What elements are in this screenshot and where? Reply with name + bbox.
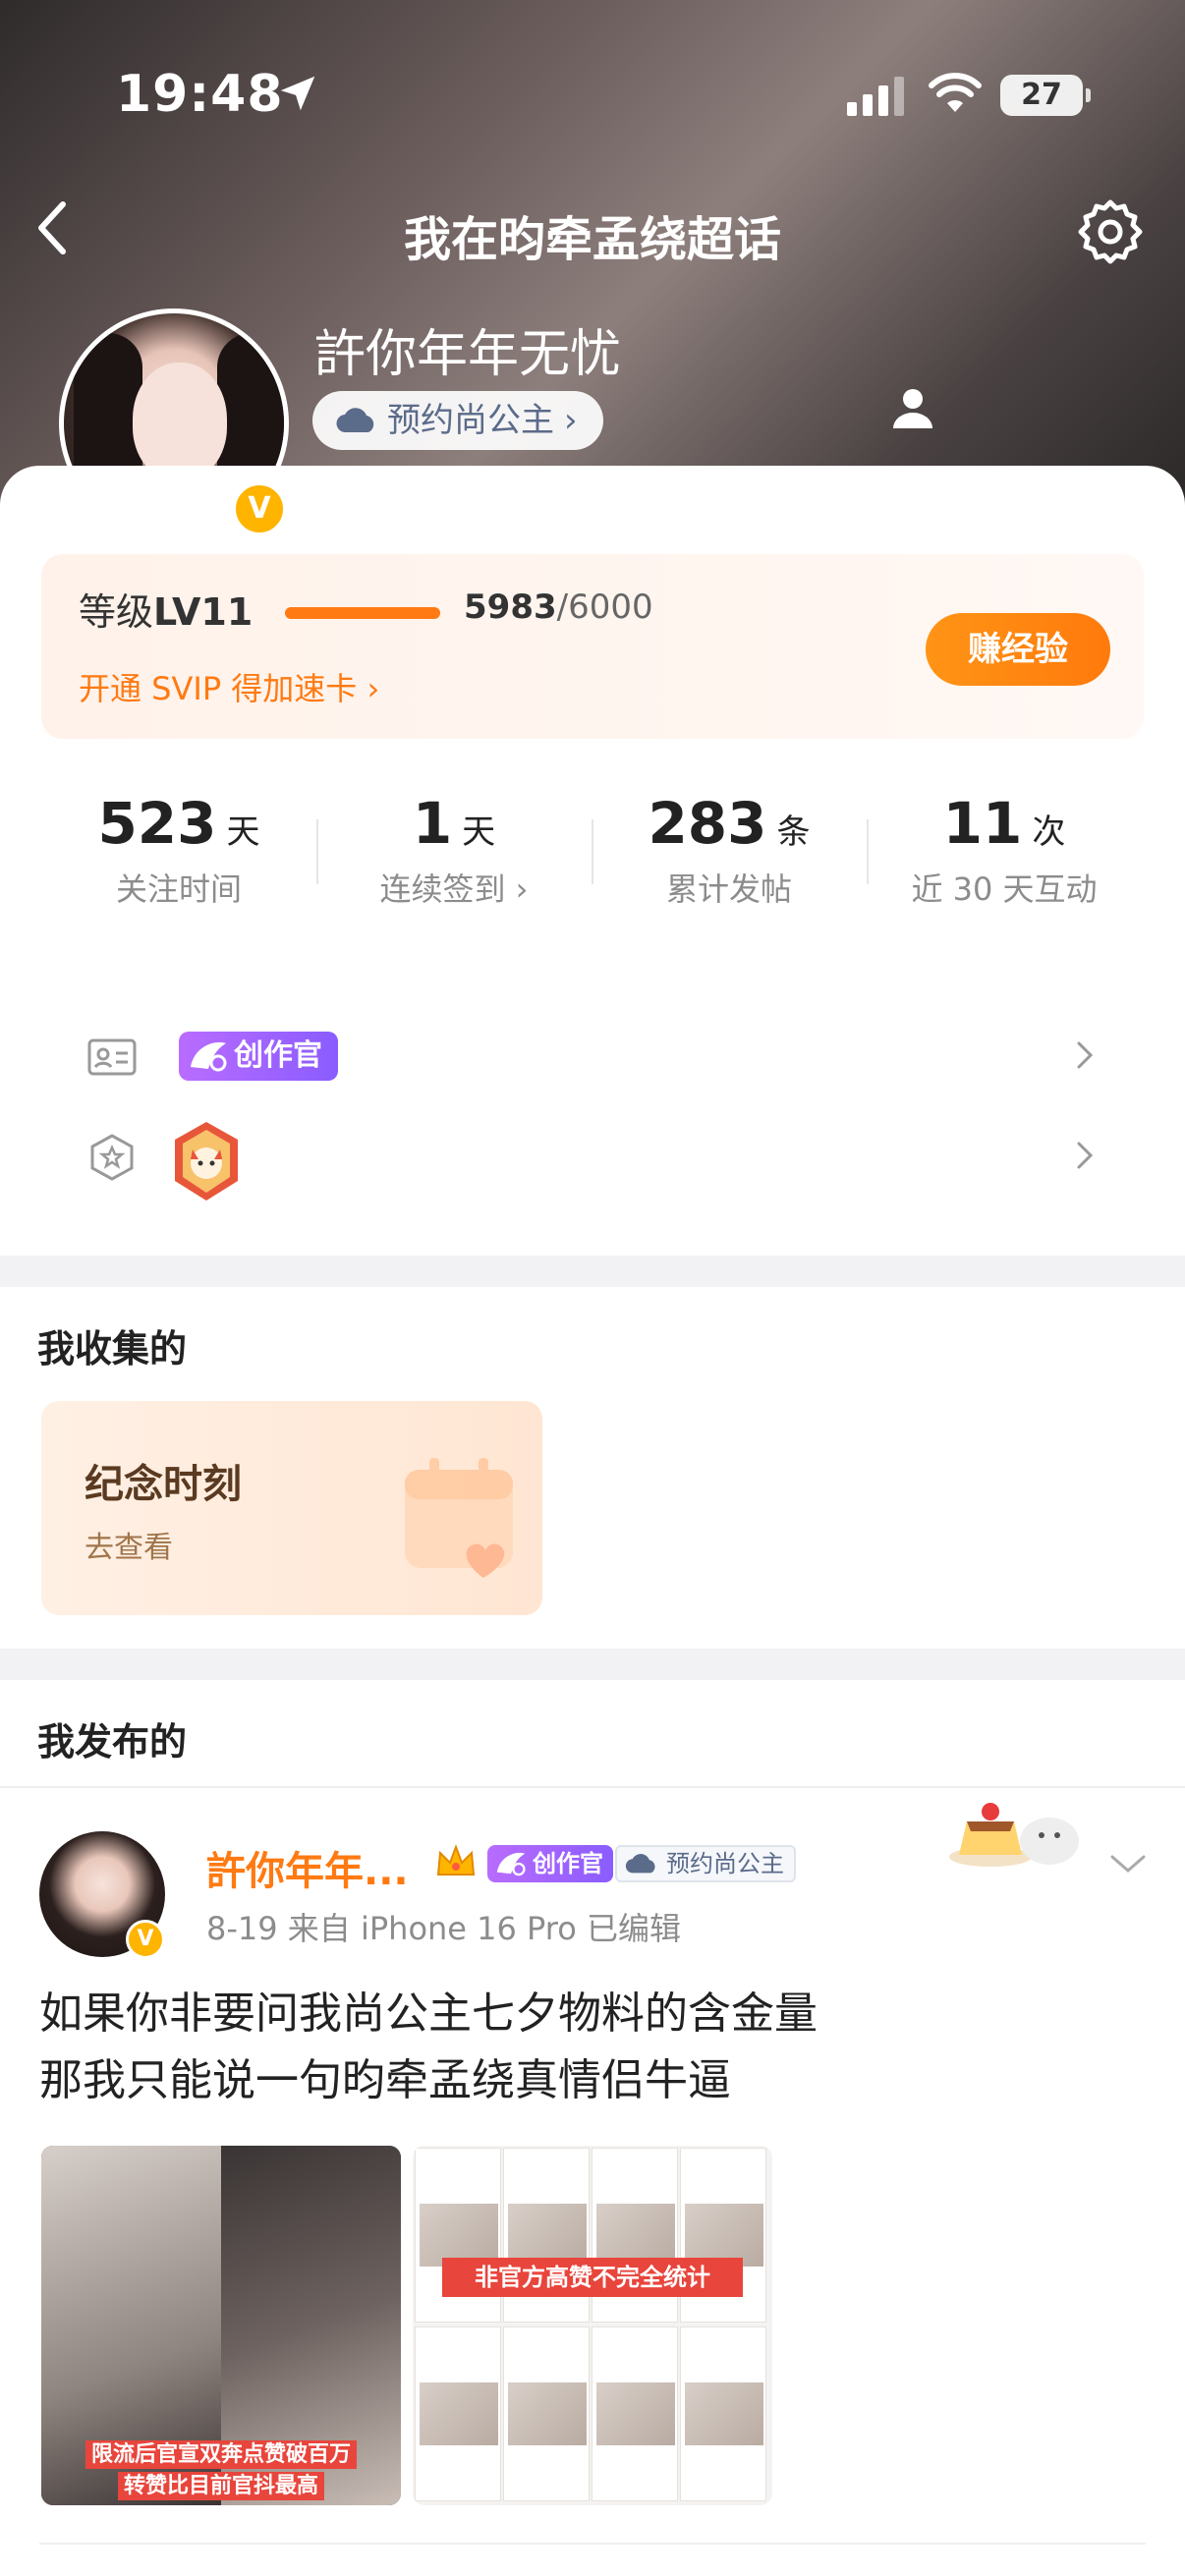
memory-card-title: 纪念时刻 <box>85 1462 242 1507</box>
cloud-icon <box>625 1853 655 1874</box>
posted-section: 我发布的 V 許你年年... 创作官 预约尚公主 8-19 来自 iPhone … <box>0 1680 1185 2576</box>
wifi-icon <box>929 73 982 112</box>
svip-link[interactable]: 开通 SVIP 得加速卡 › <box>79 664 379 709</box>
medal-outline-icon <box>90 1134 134 1181</box>
post-image-1[interactable]: 限流后官宣双奔点赞破百万 转赞比目前官抖最高 <box>41 2146 401 2505</box>
creator-badge: 创作官 <box>179 1032 338 1081</box>
cloud-icon <box>336 408 374 433</box>
post-body[interactable]: 如果你非要问我尚公主七夕物料的含金量 那我只能说一句昀牵孟绕真情侣牛逼 <box>39 1981 1140 2114</box>
post-tag-pill[interactable]: 预约尚公主 <box>615 1845 796 1882</box>
badges-panel: 创作官 <box>41 986 1144 1232</box>
level-progress-text: 5983/6000 <box>464 588 653 627</box>
crown-icon <box>436 1844 476 1876</box>
calendar-heart-icon <box>405 1458 513 1578</box>
chevron-right-icon <box>1077 1041 1094 1069</box>
fox-medal-icon <box>175 1122 238 1201</box>
post-image-2-banner: 非官方高赞不完全统计 <box>442 2258 743 2297</box>
collected-section: 我收集的 纪念时刻 去查看 <box>0 1287 1185 1649</box>
memory-moment-card[interactable]: 纪念时刻 去查看 <box>41 1401 542 1615</box>
post-meta: 8-19 来自 iPhone 16 Pro 已编辑 <box>206 1910 681 1947</box>
gear-icon[interactable] <box>1075 196 1146 267</box>
earn-exp-button[interactable]: 赚经验 <box>926 613 1110 686</box>
status-bar: 19:48 27 <box>0 0 1185 196</box>
stat-checkin-streak[interactable]: 1天 连续签到 › <box>316 764 592 937</box>
level-box: 等级LV11 5983/6000 开通 SVIP 得加速卡 › 赚经验 <box>41 554 1144 739</box>
wing-icon <box>496 1852 526 1876</box>
post-creator-badge: 创作官 <box>487 1845 613 1882</box>
stats-row: 523 天 关注时间 1天 连续签到 › 283 条 累计发帖 11 次 近 30 天… <box>41 764 1144 937</box>
badge-row-identity[interactable]: 创作官 <box>41 1004 1144 1102</box>
level-stats-card: 等级LV11 5983/6000 开通 SVIP 得加速卡 › 赚经验 523 天… <box>0 466 1185 1256</box>
stat-total-posts: 283 条 累计发帖 <box>648 790 811 908</box>
post-verified-badge: V <box>126 1920 165 1959</box>
post-image-2[interactable]: 非官方高赞不完全统计 <box>413 2146 772 2505</box>
post-image-1-caption: 限流后官宣双奔点赞破百万 <box>41 2436 401 2469</box>
memory-card-link: 去查看 <box>85 1531 173 1565</box>
level-label: 等级LV11 <box>79 590 254 634</box>
chevron-right-icon <box>1077 1142 1094 1169</box>
stat-follow-days: 523 天 关注时间 <box>97 790 260 908</box>
wing-icon <box>191 1041 227 1072</box>
cellular-signal-icon <box>847 77 904 116</box>
profile-tag-arrow: › <box>564 401 578 440</box>
divider <box>39 2543 1146 2545</box>
level-progress-bar <box>285 607 440 619</box>
location-arrow-icon <box>280 76 315 111</box>
pudding-decoration-icon <box>949 1803 1079 1867</box>
id-card-icon <box>87 1038 137 1076</box>
post-image-1-caption: 转赞比目前官抖最高 <box>41 2468 401 2500</box>
collected-title: 我收集的 <box>37 1327 188 1371</box>
person-icon[interactable] <box>890 385 935 430</box>
verified-badge: V <box>232 481 287 536</box>
profile-tag-pill[interactable]: 预约尚公主 › <box>312 391 603 450</box>
post-author-name[interactable]: 許你年年... <box>206 1839 409 1896</box>
page-title: 我在昀牵孟绕超话 <box>403 212 781 267</box>
stat-interactions: 11 次 近 30 天互动 <box>911 790 1098 908</box>
username: 許你年年无忧 <box>314 325 622 384</box>
chevron-down-icon[interactable] <box>1108 1851 1148 1876</box>
profile-tag-label: 预约尚公主 <box>387 401 554 440</box>
badge-row-medal[interactable] <box>41 1104 1144 1203</box>
status-time: 19:48 <box>116 65 284 124</box>
battery-indicator: 27 <box>1000 75 1091 116</box>
posted-title: 我发布的 <box>37 1720 188 1764</box>
